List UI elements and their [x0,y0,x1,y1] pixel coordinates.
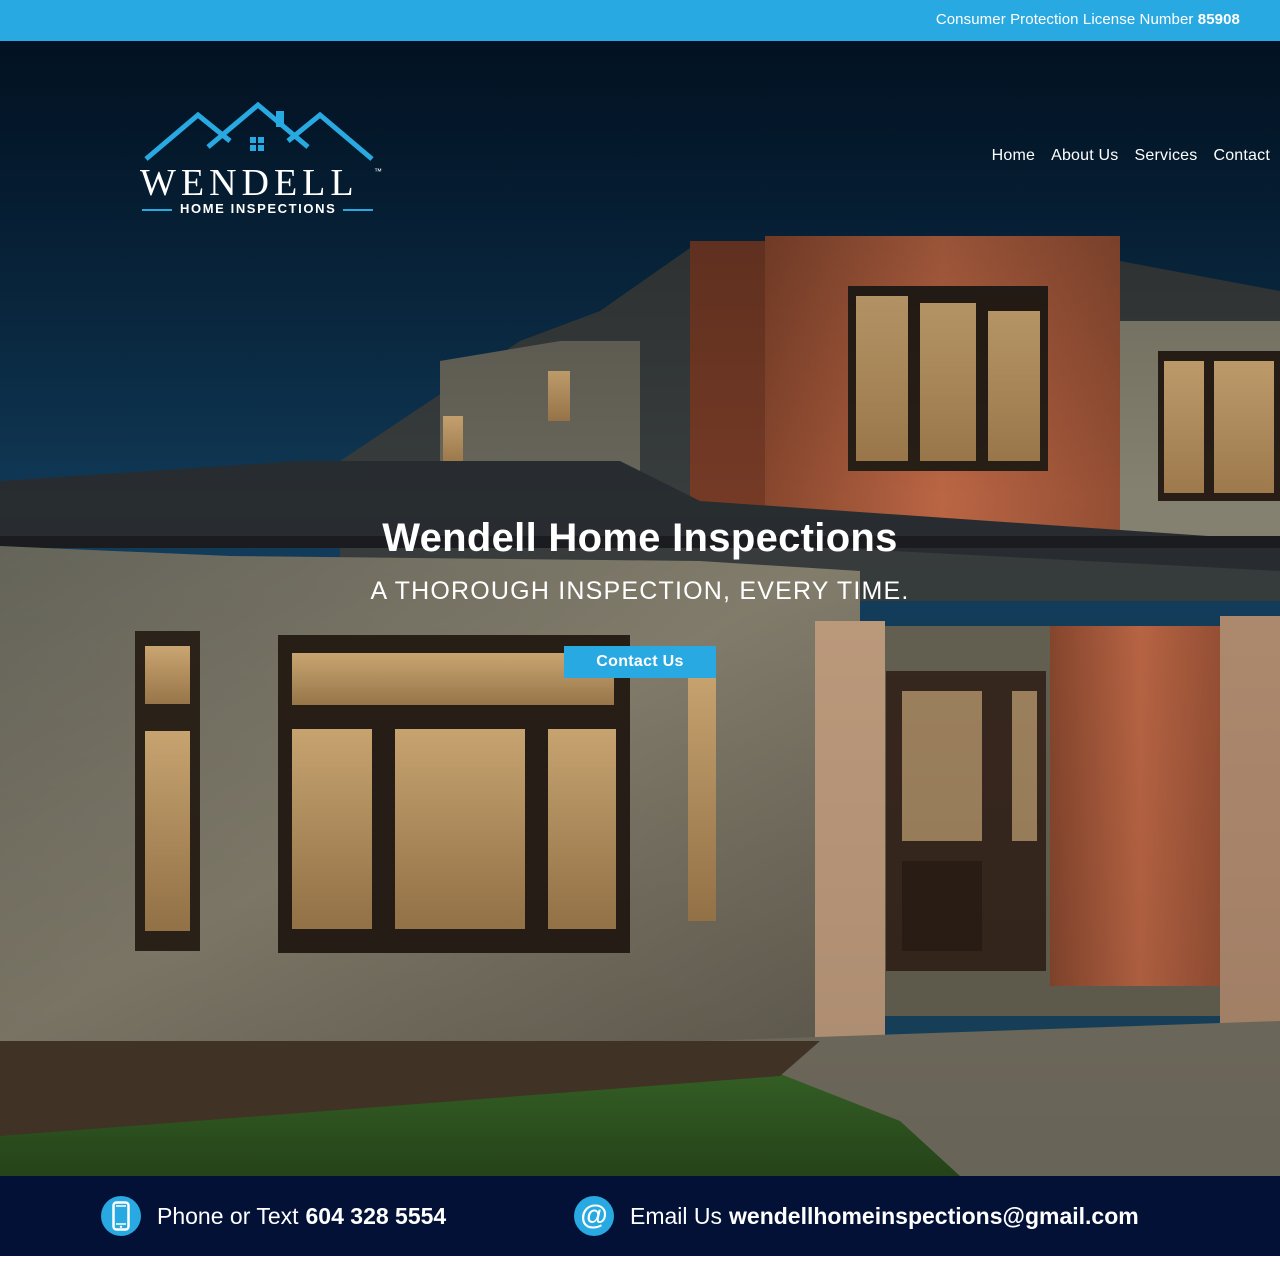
contact-strip: Phone or Text 604 328 5554 @ Email Us we… [0,1176,1280,1256]
license-number: 85908 [1197,11,1240,28]
logo-wordmark: WENDELL [140,162,359,204]
logo-rule-left [142,209,172,211]
logo-subtitle: HOME INSPECTIONS [180,201,337,216]
top-info-bar: Consumer Protection License Number 85908 [0,0,1280,41]
license-label: Consumer Protection License Number [935,11,1194,28]
smartphone-icon [101,1196,141,1236]
nav-about-us[interactable]: About Us [1051,147,1118,165]
roof-logo-icon [144,101,374,161]
email-label: Email Us [630,1202,723,1229]
hero-title: Wendell Home Inspections [382,516,898,560]
phone-label: Phone or Text [157,1202,299,1229]
phone-contact[interactable]: Phone or Text 604 328 5554 [101,1196,446,1236]
main-nav: Home About Us Services Contact [992,147,1270,165]
phone-number[interactable]: 604 328 5554 [306,1203,447,1230]
nav-contact[interactable]: Contact [1213,147,1270,165]
contact-us-button[interactable]: Contact Us [564,646,716,678]
at-sign-icon: @ [574,1196,614,1236]
site-logo[interactable]: WENDELL ™ HOME INSPECTIONS [138,101,388,221]
logo-rule-right [343,209,373,211]
email-contact[interactable]: @ Email Us wendellhomeinspections@gmail.… [574,1196,1139,1236]
license-notice: Consumer Protection License Number 85908 [936,0,1240,41]
nav-home[interactable]: Home [992,147,1035,165]
logo-trademark: ™ [374,167,382,176]
nav-services[interactable]: Services [1135,147,1198,165]
hero-tagline: A THOROUGH INSPECTION, EVERY TIME. [370,577,910,605]
email-address[interactable]: wendellhomeinspections@gmail.com [729,1203,1139,1230]
hero-section: WENDELL ™ HOME INSPECTIONS Home About Us… [0,41,1280,1176]
